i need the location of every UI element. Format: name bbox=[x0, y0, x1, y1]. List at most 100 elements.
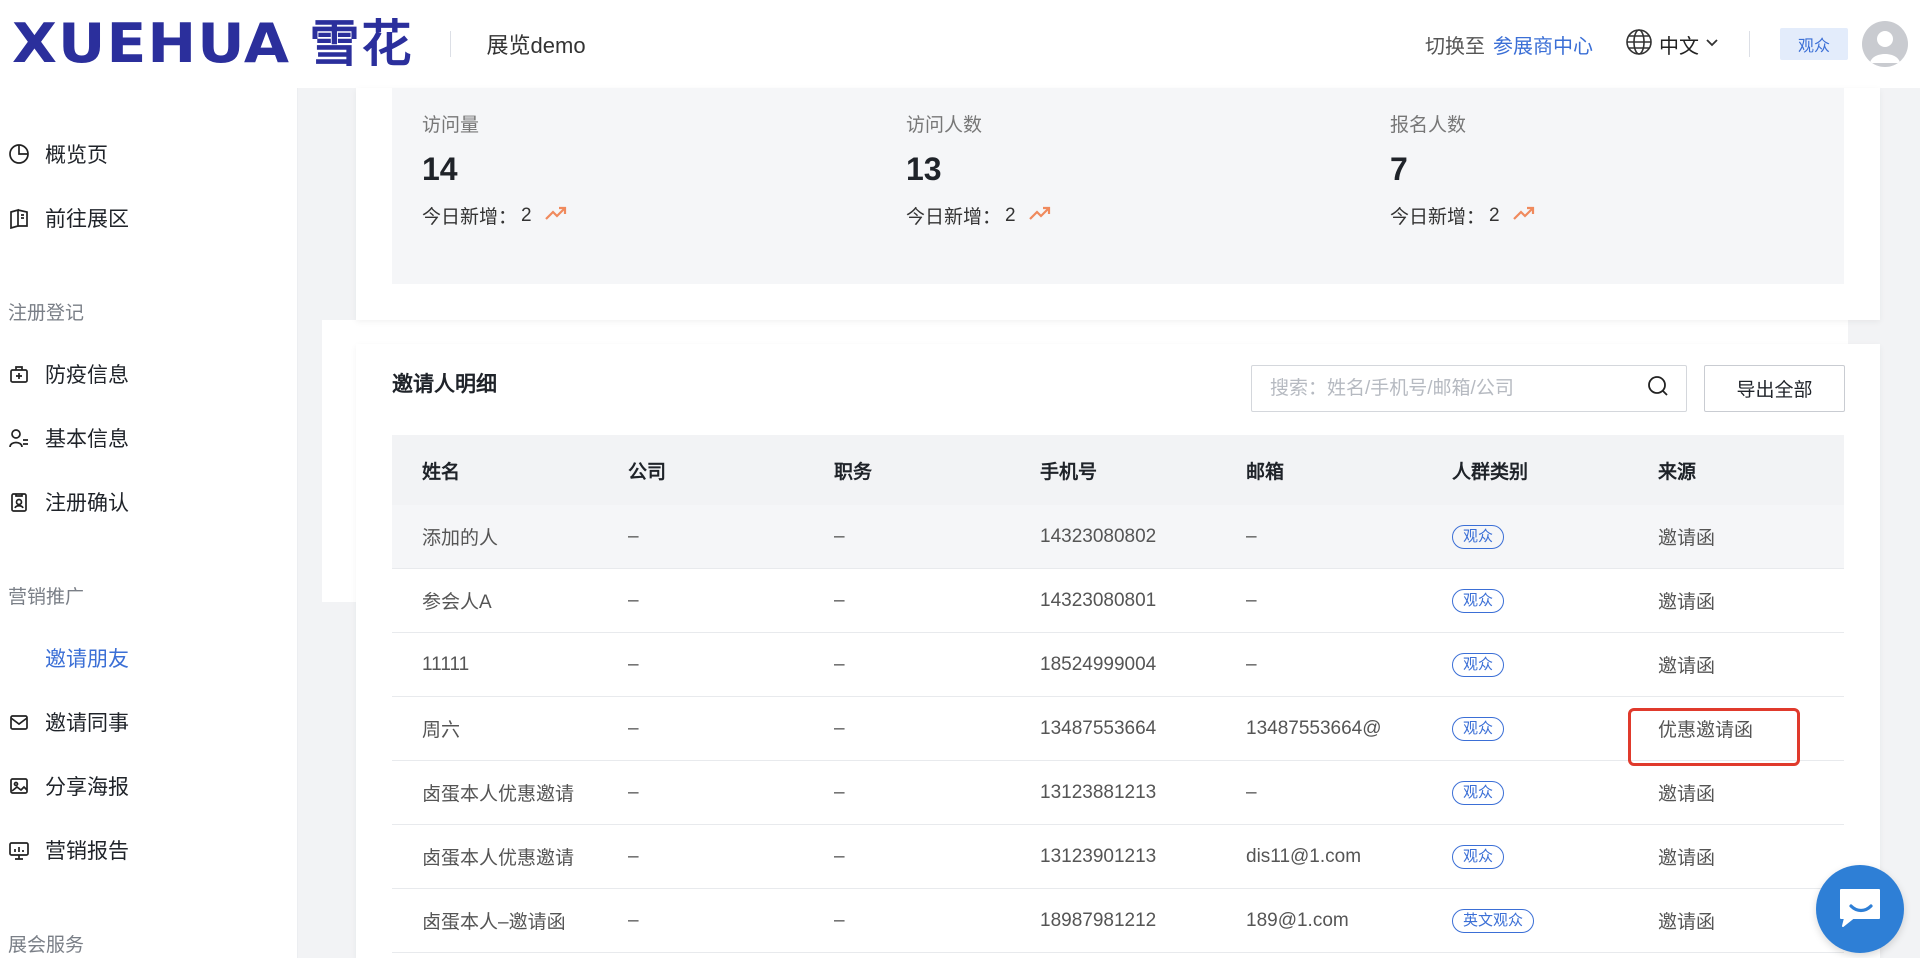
sidebar-item-label: 分享海报 bbox=[45, 776, 129, 799]
table-row[interactable]: 添加的人 – – 14323080802 – 观众 邀请函 bbox=[392, 505, 1844, 569]
column-header[interactable]: 来源 bbox=[1628, 457, 1844, 484]
category-tag: 英文观众 bbox=[1452, 908, 1535, 933]
logo-cn: 雪花 bbox=[309, 16, 414, 72]
stat-value: 14 bbox=[422, 151, 458, 187]
cell-phone: 14323080801 bbox=[1040, 589, 1157, 611]
sidebar-item-basic-info[interactable]: 基本信息 bbox=[8, 418, 129, 458]
cell-category: 观众 bbox=[1422, 524, 1628, 549]
cell-category: 英文观众 bbox=[1422, 908, 1628, 933]
trend-up-icon bbox=[1028, 205, 1052, 227]
table-row[interactable]: 卤蛋本人优惠邀请 – – 13123901213 dis11@1.com 观众 邀请函 bbox=[392, 825, 1844, 889]
column-header[interactable]: 姓名 bbox=[392, 457, 598, 484]
stat-value: 13 bbox=[906, 151, 942, 187]
cell-email: 189@1.com bbox=[1246, 909, 1349, 931]
category-tag: 观众 bbox=[1452, 780, 1505, 805]
sidebar-item-marketing-report[interactable]: 营销报告 bbox=[8, 830, 129, 870]
cell-name: 添加的人 bbox=[422, 528, 499, 549]
language-selector[interactable]: 中文 bbox=[1625, 28, 1719, 61]
cell-category: 观众 bbox=[1422, 844, 1628, 869]
cell-name: 周六 bbox=[422, 720, 461, 741]
cell-company: – bbox=[628, 653, 639, 675]
chat-support-button[interactable] bbox=[1816, 865, 1904, 953]
chevron-down-icon bbox=[1705, 35, 1719, 54]
id-badge-icon bbox=[8, 491, 30, 513]
stat-label: 报名人数 bbox=[1390, 115, 1467, 136]
cell-name: 卤蛋本人优惠邀请 bbox=[422, 784, 575, 805]
cell-title: – bbox=[834, 909, 845, 931]
user-avatar-icon[interactable] bbox=[1862, 21, 1908, 67]
cell-email: – bbox=[1246, 589, 1257, 611]
cell-name: 卤蛋本人优惠邀请 bbox=[422, 848, 575, 869]
sidebar-item-label: 基本信息 bbox=[45, 428, 129, 451]
cell-company: – bbox=[628, 589, 639, 611]
table-row[interactable]: 卤蛋本人优惠邀请 – – 13123881213 – 观众 邀请函 bbox=[392, 761, 1844, 825]
monitor-chart-icon bbox=[8, 839, 30, 861]
cell-category: 观众 bbox=[1422, 716, 1628, 741]
cell-source: 邀请函 bbox=[1658, 656, 1716, 677]
table-row[interactable]: 参会人A – – 14323080801 – 观众 邀请函 bbox=[392, 569, 1844, 633]
sidebar-item-invite-colleagues[interactable]: 邀请同事 bbox=[8, 702, 129, 742]
sidebar-item-label: 防疫信息 bbox=[45, 364, 129, 387]
stat-new-today: 今日新增： 2 bbox=[906, 202, 1360, 229]
sidebar-item-health-info[interactable]: 防疫信息 bbox=[8, 354, 129, 394]
cell-company: – bbox=[628, 781, 639, 803]
column-header[interactable]: 职务 bbox=[804, 457, 1010, 484]
sidebar-item-go-exhibition[interactable]: 前往展区 bbox=[8, 198, 129, 238]
sidebar-item-invite-friends[interactable]: 邀请朋友 bbox=[8, 638, 129, 678]
column-header[interactable]: 人群类别 bbox=[1422, 457, 1628, 484]
brand-logo[interactable]: XUEHUA 雪花 bbox=[12, 0, 414, 88]
chat-bubble-icon bbox=[1835, 884, 1885, 935]
header-divider bbox=[1748, 31, 1750, 57]
column-header[interactable]: 手机号 bbox=[1010, 457, 1216, 484]
sidebar-item-overview[interactable]: 概览页 bbox=[8, 134, 108, 174]
search-input[interactable] bbox=[1270, 377, 1646, 400]
sidebar-item-share-poster[interactable]: 分享海报 bbox=[8, 766, 129, 806]
cell-title: – bbox=[834, 589, 845, 611]
cell-category: 观众 bbox=[1422, 652, 1628, 677]
stat-registrations: 报名人数 7 今日新增： 2 bbox=[1360, 88, 1844, 284]
cell-email: – bbox=[1246, 525, 1257, 547]
search-box bbox=[1251, 365, 1687, 412]
cell-phone: 13487553664 bbox=[1040, 717, 1157, 739]
table-row[interactable]: 周六 – – 13487553664 13487553664@ 观众 优惠邀请函 bbox=[392, 697, 1844, 761]
image-icon bbox=[8, 775, 30, 797]
cell-name: 卤蛋本人–邀请函 bbox=[422, 912, 566, 933]
sidebar-item-register-confirm[interactable]: 注册确认 bbox=[8, 482, 129, 522]
stat-new-value: 2 bbox=[1489, 204, 1500, 226]
sidebar-item-label: 营销报告 bbox=[45, 840, 129, 863]
header-divider bbox=[449, 31, 451, 57]
cell-source: 邀请函 bbox=[1658, 848, 1716, 869]
search-icon[interactable] bbox=[1646, 374, 1670, 403]
cell-email: – bbox=[1246, 653, 1257, 675]
inviter-detail-card: 邀请人明细 导出全部 姓名 公司 职务 手机号 邮箱 人群类别 来源 添加的人 –… bbox=[356, 344, 1880, 958]
table-row[interactable]: 卤蛋本人–邀请函 – – 18987981212 189@1.com 英文观众 邀请函 bbox=[392, 889, 1844, 953]
export-all-button[interactable]: 导出全部 bbox=[1704, 365, 1845, 412]
column-header[interactable]: 公司 bbox=[598, 457, 804, 484]
stat-new-label: 今日新增： bbox=[1390, 207, 1486, 228]
stat-value: 7 bbox=[1390, 151, 1408, 187]
sidebar-item-label: 邀请同事 bbox=[45, 712, 129, 735]
mail-icon bbox=[8, 711, 30, 733]
category-tag: 观众 bbox=[1452, 524, 1505, 549]
cell-category: 观众 bbox=[1422, 588, 1628, 613]
cell-phone: 13123881213 bbox=[1040, 781, 1157, 803]
category-tag: 观众 bbox=[1452, 844, 1505, 869]
table-row[interactable]: 11111 – – 18524999004 – 观众 邀请函 bbox=[392, 633, 1844, 697]
user-list-icon bbox=[8, 427, 30, 449]
cell-email: 13487553664@ bbox=[1246, 717, 1382, 739]
pie-chart-icon bbox=[8, 143, 30, 165]
stat-new-value: 2 bbox=[1005, 204, 1016, 226]
card-title: 邀请人明细 bbox=[392, 373, 497, 396]
globe-icon bbox=[1625, 28, 1653, 61]
switch-exhibitor-link[interactable]: 参展商中心 bbox=[1493, 30, 1593, 59]
sidebar-item-label: 注册确认 bbox=[45, 492, 129, 515]
category-tag: 观众 bbox=[1452, 588, 1505, 613]
column-header[interactable]: 邮箱 bbox=[1216, 457, 1422, 484]
cell-title: – bbox=[834, 781, 845, 803]
role-badge: 观众 bbox=[1779, 28, 1848, 60]
cell-source: 优惠邀请函 bbox=[1658, 720, 1754, 741]
stats-card: 访问量 14 今日新增： 2 访问人数 13 今日新增： 2 报名人数 7 今日… bbox=[356, 88, 1880, 320]
stat-new-today: 今日新增： 2 bbox=[422, 202, 876, 229]
cell-phone: 18524999004 bbox=[1040, 653, 1157, 675]
cell-phone: 14323080802 bbox=[1040, 525, 1157, 547]
